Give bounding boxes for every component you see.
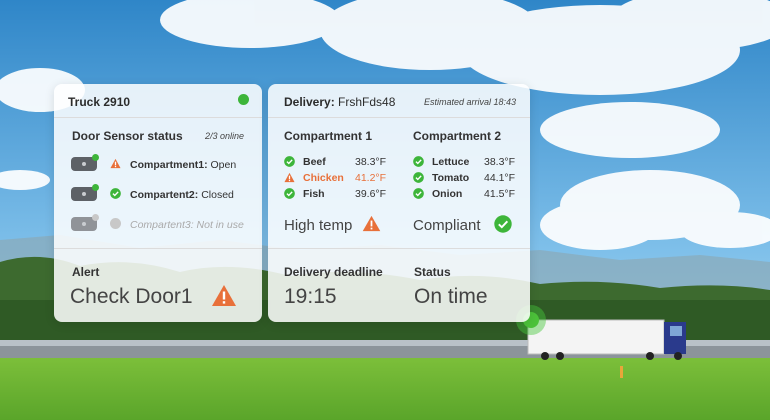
divider [268,248,530,249]
item-name: Tomato [432,172,470,184]
door-sensor-heading: Door Sensor status [72,129,183,143]
compartment-summary: Compliant [413,217,481,234]
status-heading: Status [414,265,451,279]
item-temp: 38.3°F [355,156,387,168]
compartment-label: Compartent3: [130,219,194,231]
online-dot-icon [238,94,249,105]
check-circle-icon [494,215,512,233]
delivery-card: Delivery: FrshFds48 Estimated arrival 18… [268,84,530,322]
alert-heading: Alert [72,265,100,279]
item-name: Lettuce [432,156,470,168]
check-circle-icon [110,188,121,199]
compartment-summary: High temp [284,217,353,234]
delivery-label: Delivery: [284,95,335,109]
compartment-label: Compartment1: [130,159,208,171]
warning-icon[interactable] [211,284,237,307]
check-circle-icon [284,156,295,167]
door-state: Open [210,159,237,171]
divider [54,248,262,249]
check-circle-icon [413,156,424,167]
divider [268,117,530,118]
item-name: Fish [303,188,325,200]
item-name: Onion [432,188,463,200]
item-temp: 41.2°F [355,172,387,184]
door-state: Closed [201,189,234,201]
compartment-title: Compartment 1 [284,129,373,143]
item-temp: 38.3°F [484,156,516,168]
truck-title: Truck 2910 [68,95,131,109]
sensor-online-led-icon [92,184,99,191]
item-temp: 41.5°F [484,188,516,200]
compartment-title: Compartment 2 [413,129,502,143]
inactive-dot-icon [110,218,121,229]
warning-icon [362,215,381,232]
truck-card: Truck 2910 Door Sensor status 2/3 online… [54,84,262,322]
delivery-deadline-heading: Delivery deadline [284,265,383,279]
item-temp: 44.1°F [484,172,516,184]
sensor-online-led-icon [92,154,99,161]
check-circle-icon [413,172,424,183]
warning-icon [110,158,121,169]
check-circle-icon [413,188,424,199]
divider [54,117,262,118]
item-name: Chicken [303,172,344,184]
item-name: Beef [303,156,326,168]
online-count: 2/3 online [205,131,245,141]
compartment-label: Compartent2: [130,189,199,201]
check-circle-icon [284,188,295,199]
warning-icon [284,172,295,183]
sensor-offline-led-icon [92,214,99,221]
delivery-deadline-value: 19:15 [284,285,337,308]
delivery-id: FrshFds48 [338,95,396,109]
status-value: On time [414,285,488,308]
item-temp: 39.6°F [355,188,387,200]
estimated-arrival: Estimated arrival 18:43 [424,97,517,107]
door-state: Not in use [196,219,244,231]
alert-text: Check Door1 [70,285,193,308]
